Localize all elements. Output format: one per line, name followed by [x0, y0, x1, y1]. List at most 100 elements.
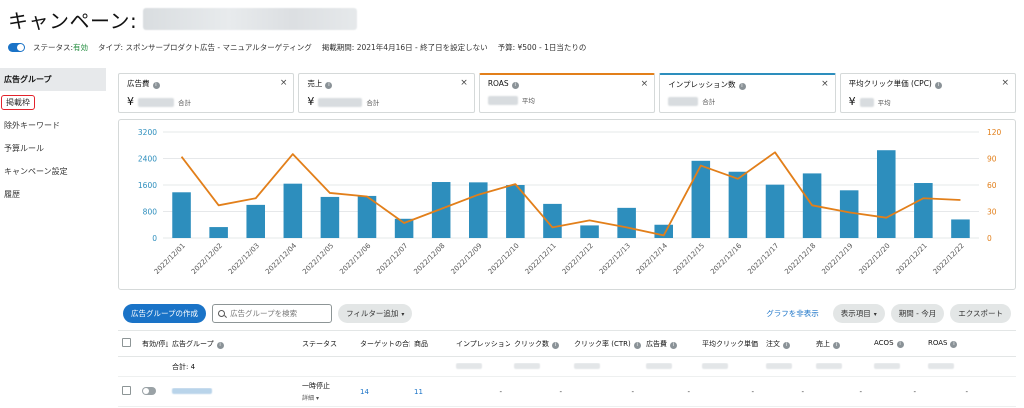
- search-box[interactable]: [212, 303, 333, 323]
- y-left-tick-label: 3200: [138, 128, 157, 137]
- chart-bar: [394, 218, 414, 238]
- info-icon: i: [950, 341, 958, 348]
- info-icon: i: [152, 82, 160, 89]
- metric-card-roas[interactable]: ROAS i 平均 ×: [478, 73, 656, 113]
- col-enabled[interactable]: 有効/停止: [138, 339, 168, 349]
- metric-sub: 合計: [178, 99, 191, 107]
- metric-card-sales[interactable]: 売上 i ¥ 合計 ×: [298, 73, 475, 113]
- x-tick-label: 2022/12/09: [449, 242, 483, 276]
- info-icon: i: [896, 341, 904, 348]
- metric-card-label: 売上: [307, 79, 323, 88]
- col-impressions[interactable]: インプレッション: [452, 339, 510, 349]
- add-filter-button[interactable]: フィルター追加 ▾: [338, 303, 413, 323]
- metric-sub: 平均: [877, 99, 891, 107]
- metric-card-impressions[interactable]: インプレッション数 i 合計 ×: [659, 73, 836, 113]
- x-tick-label: 2022/12/10: [487, 242, 521, 276]
- create-ad-group-button[interactable]: 広告グループの作成: [123, 303, 207, 323]
- chart-bar: [431, 182, 451, 238]
- x-tick-label: 2022/12/12: [561, 242, 595, 276]
- period-button[interactable]: 期間 - 今月: [890, 303, 945, 323]
- sidebar-item-negative-keywords[interactable]: 除外キーワード: [0, 114, 106, 137]
- metric-currency: ¥: [848, 95, 856, 108]
- campaign-status-row: ステータス: 有効 タイプ: スポンサープロダクト広告 - マニュアルターゲティ…: [8, 40, 586, 54]
- redacted-value: [816, 362, 842, 369]
- col-clicks[interactable]: クリック数 i: [510, 339, 570, 349]
- col-cpc[interactable]: 平均クリック単価: [698, 339, 762, 349]
- row-products[interactable]: 11: [410, 388, 452, 396]
- metric-value-redacted: [487, 96, 518, 105]
- info-icon: i: [783, 341, 790, 349]
- totals-label: 合計: 4: [172, 362, 196, 371]
- info-icon: i: [934, 82, 942, 89]
- redacted-value: [766, 362, 792, 369]
- col-targets[interactable]: ターゲットの合計: [356, 339, 410, 349]
- y-left-tick-label: 2400: [138, 155, 157, 164]
- chart-bar: [617, 207, 636, 238]
- row-targets[interactable]: 14: [356, 388, 410, 396]
- col-products[interactable]: 商品: [410, 339, 452, 349]
- row-checkbox[interactable]: [122, 386, 131, 395]
- col-spend[interactable]: 広告費 i: [642, 339, 698, 349]
- close-icon[interactable]: ×: [460, 78, 468, 88]
- row-toggle-cell: [138, 386, 168, 397]
- redacted-value: [702, 362, 728, 369]
- row-detail-link[interactable]: 詳細 ▾: [302, 393, 356, 402]
- performance-chart: 0 800 1600 2400 3200 0 30 60 90 120 2022/12/01 2022…: [118, 119, 1016, 290]
- metric-card-spend[interactable]: 広告費 i ¥ 合計 ×: [118, 73, 295, 113]
- row-orders: -: [801, 387, 804, 396]
- table-toolbar: 広告グループの作成 フィルター追加▾ グラフを非表示 表示項目▾ 期間 - 今月…: [118, 298, 1016, 328]
- x-tick-label: 2022/12/03: [227, 242, 261, 276]
- campaign-period: 掲載期間: 2021年4月16日 - 終了日を設定しない: [321, 42, 488, 52]
- close-icon[interactable]: ×: [641, 79, 649, 89]
- sidebar-item-campaign-settings[interactable]: キャンペーン設定: [0, 160, 106, 183]
- x-tick-label: 2022/12/21: [895, 242, 929, 276]
- x-tick-label: 2022/12/11: [524, 242, 558, 276]
- display-items-button[interactable]: 表示項目 ▾: [832, 303, 885, 323]
- campaign-toggle[interactable]: [8, 42, 25, 52]
- sidebar-item-placements[interactable]: 掲載枠: [0, 91, 106, 114]
- col-orders[interactable]: 注文 i: [762, 339, 812, 349]
- close-icon[interactable]: ×: [280, 78, 288, 88]
- search-input[interactable]: [230, 308, 327, 318]
- redacted-value: [928, 362, 954, 369]
- y-right-tick-label: 90: [987, 155, 997, 164]
- campaign-page: キャンペーン: ステータス: 有効 タイプ: スポンサープロダクト広告 - マニ…: [0, 0, 1024, 408]
- redacted-value: [874, 362, 900, 369]
- redacted-value: [514, 362, 540, 369]
- col-roas[interactable]: ROAS i: [924, 339, 976, 348]
- ad-group-table: 有効/停止 広告グループi ステータス ターゲットの合計 商品 インプレッション…: [118, 330, 1016, 408]
- sidebar-item-history[interactable]: 履歴: [0, 183, 106, 206]
- x-tick-label: 2022/12/20: [857, 242, 891, 276]
- col-ctr[interactable]: クリック率 (CTR) i: [570, 339, 642, 349]
- totals-row: 合計: 4: [118, 357, 1016, 377]
- info-icon: i: [670, 341, 677, 349]
- chart-bar: [209, 227, 228, 238]
- sidebar-item-budget-rules[interactable]: 予算ルール: [0, 137, 106, 160]
- metric-value-redacted: [668, 97, 699, 106]
- ad-group-name-redacted[interactable]: [172, 387, 212, 394]
- close-icon[interactable]: ×: [1001, 78, 1009, 88]
- row-toggle[interactable]: [142, 386, 156, 395]
- x-tick-label: 2022/12/18: [783, 242, 817, 276]
- info-icon: i: [325, 82, 333, 89]
- x-tick-label: 2022/12/19: [820, 242, 854, 276]
- export-button[interactable]: エクスポート: [950, 303, 1011, 323]
- chart-bar: [320, 196, 340, 238]
- chart-bar: [469, 182, 488, 238]
- chart-bar: [914, 183, 933, 238]
- chart-bar: [728, 171, 748, 238]
- row-status-cell: 一時停止 詳細 ▾: [298, 381, 356, 402]
- ad-group-name-cell[interactable]: [168, 387, 298, 396]
- col-acos[interactable]: ACOS i: [870, 339, 924, 348]
- col-status[interactable]: ステータス: [298, 339, 356, 349]
- select-all-checkbox[interactable]: [122, 338, 131, 347]
- sidebar-item-ad-groups[interactable]: 広告グループ: [0, 68, 106, 91]
- redacted-value: [646, 362, 672, 369]
- col-sales[interactable]: 売上 i: [812, 339, 870, 349]
- chart-bar: [951, 219, 970, 238]
- close-icon[interactable]: ×: [821, 79, 829, 89]
- metric-card-cpc[interactable]: 平均クリック単価 (CPC) i ¥ 平均 ×: [839, 73, 1017, 113]
- col-ad-group[interactable]: 広告グループ i: [168, 339, 298, 349]
- hide-graph-link[interactable]: グラフを非表示: [766, 308, 819, 319]
- x-tick-label: 2022/12/15: [672, 242, 706, 276]
